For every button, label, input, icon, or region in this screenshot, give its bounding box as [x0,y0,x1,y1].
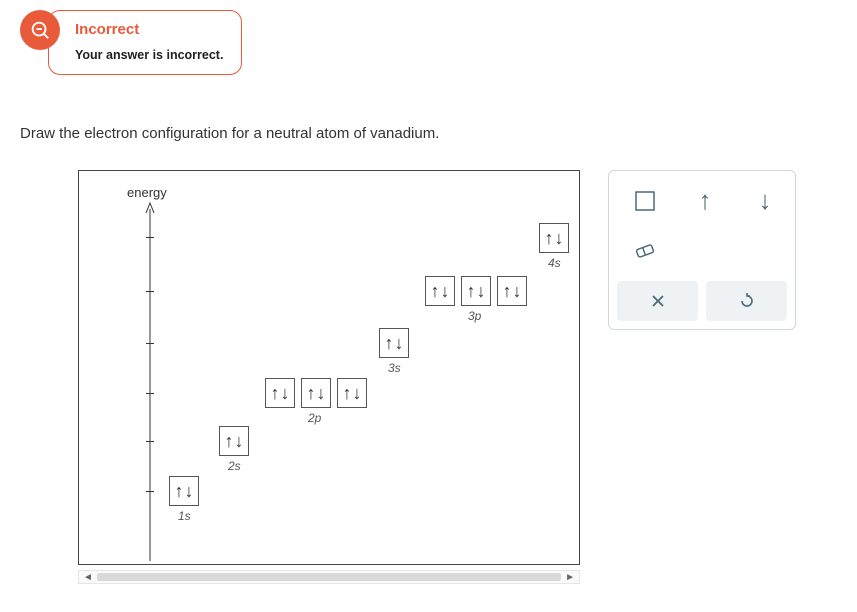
electron-up-icon: ↑ [307,384,316,402]
feedback-container: Incorrect Your answer is incorrect. [20,10,242,75]
arrow-up-icon: ↑ [699,186,712,216]
energy-diagram[interactable]: energy ↑ ↓ 1s ↑ ↓ 2s ↑ ↓ [78,170,580,590]
orbital-box-2p-1[interactable]: ↑ ↓ [265,378,295,408]
orbital-box-2p-3[interactable]: ↑ ↓ [337,378,367,408]
electron-up-icon: ↑ [503,282,512,300]
electron-up-icon: ↑ [431,282,440,300]
axis-tick [146,291,154,292]
scroll-thumb[interactable] [97,573,561,581]
electron-up-icon: ↑ [271,384,280,402]
electron-down-icon: ↓ [555,229,564,247]
horizontal-scrollbar[interactable]: ◄ ► [78,570,580,584]
electron-down-icon: ↓ [281,384,290,402]
feedback-message: Your answer is incorrect. [75,48,223,62]
orbital-box-1s[interactable]: ↑ ↓ [169,476,199,506]
orbital-label-1s: 1s [178,509,191,523]
orbital-box-3s[interactable]: ↑ ↓ [379,328,409,358]
electron-up-icon: ↑ [545,229,554,247]
undo-icon [738,292,756,310]
electron-up-icon: ↑ [343,384,352,402]
orbital-box-3p-1[interactable]: ↑ ↓ [425,276,455,306]
electron-up-icon: ↑ [225,432,234,450]
orbital-box-2p-2[interactable]: ↑ ↓ [301,378,331,408]
electron-up-icon: ↑ [467,282,476,300]
clear-button[interactable] [617,281,698,321]
eraser-icon [633,242,657,260]
orbital-label-2p: 2p [308,411,321,425]
scroll-left-icon[interactable]: ◄ [83,572,93,583]
scroll-right-icon[interactable]: ► [565,572,575,583]
axis-tick [146,237,154,238]
tool-arrow-down-button[interactable]: ↓ [747,183,783,219]
tool-arrow-up-button[interactable]: ↑ [687,183,723,219]
feedback-bubble: Incorrect Your answer is incorrect. [48,10,242,75]
orbital-label-3s: 3s [388,361,401,375]
orbital-box-3p-2[interactable]: ↑ ↓ [461,276,491,306]
box-icon [635,191,655,211]
electron-down-icon: ↓ [477,282,486,300]
axis-tick [146,393,154,394]
electron-down-icon: ↓ [235,432,244,450]
electron-down-icon: ↓ [353,384,362,402]
axis-tick [146,441,154,442]
arrow-down-icon: ↓ [759,186,772,216]
tool-eraser-button[interactable] [627,233,663,269]
undo-button[interactable] [706,281,787,321]
axis-tick [146,343,154,344]
feedback-title: Incorrect [75,21,223,38]
electron-down-icon: ↓ [395,334,404,352]
electron-down-icon: ↓ [441,282,450,300]
orbital-label-4s: 4s [548,256,561,270]
electron-down-icon: ↓ [513,282,522,300]
tools-panel: ↑ ↓ [608,170,796,330]
feedback-icon [20,10,60,50]
plot-border: energy ↑ ↓ 1s ↑ ↓ 2s ↑ ↓ [78,170,580,565]
orbital-box-4s[interactable]: ↑ ↓ [539,223,569,253]
electron-up-icon: ↑ [175,482,184,500]
axis-tick [146,491,154,492]
energy-axis [145,201,155,561]
tool-add-box-button[interactable] [627,183,663,219]
orbital-label-3p: 3p [468,309,481,323]
orbital-label-2s: 2s [228,459,241,473]
electron-down-icon: ↓ [185,482,194,500]
electron-down-icon: ↓ [317,384,326,402]
electron-up-icon: ↑ [385,334,394,352]
close-icon [650,293,666,309]
axis-label: energy [127,185,167,200]
orbital-box-3p-3[interactable]: ↑ ↓ [497,276,527,306]
question-text: Draw the electron configuration for a ne… [20,125,439,142]
orbital-box-2s[interactable]: ↑ ↓ [219,426,249,456]
